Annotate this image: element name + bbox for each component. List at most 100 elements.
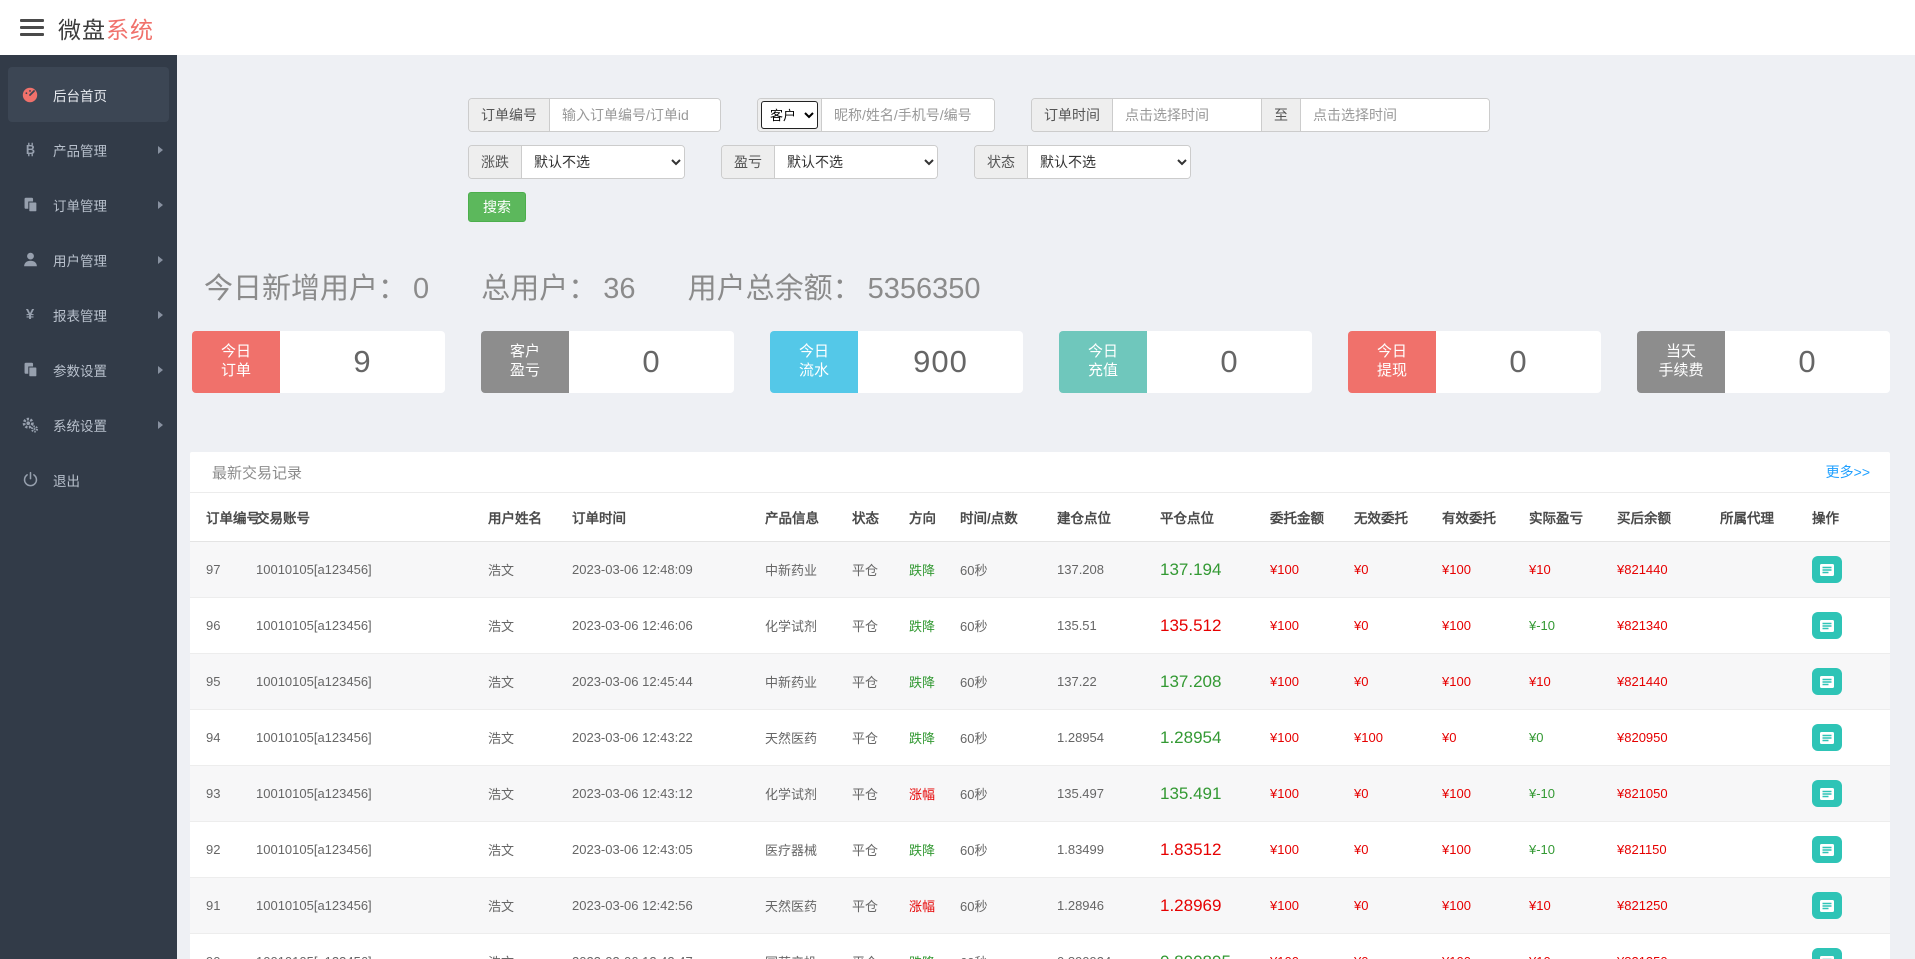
search-filters: 订单编号 客户 订单时间 至 [190, 55, 1890, 222]
sidebar-item-dashboard[interactable]: 后台首页 [8, 67, 169, 122]
latest-trades-panel: 最新交易记录 更多>> 订单编号 交易账号 用户姓名 订单时间 [190, 452, 1890, 959]
col-status: 状态 [846, 493, 903, 542]
cell-invalid: ¥0 [1348, 654, 1436, 710]
order-time-group: 订单时间 至 [1031, 98, 1490, 132]
order-detail-button[interactable] [1812, 780, 1842, 807]
cell-account: 10010105[a123456] [250, 710, 482, 766]
cell-profit: ¥-10 [1523, 822, 1611, 878]
cell-close: 137.194 [1154, 542, 1264, 598]
cell-direction: 涨幅 [903, 878, 954, 934]
cell-account: 10010105[a123456] [250, 542, 482, 598]
card-value: 900 [858, 331, 1023, 393]
table-row: 92 10010105[a123456] 浩文 2023-03-06 12:43… [190, 822, 1890, 878]
cell-duration: 60秒 [954, 822, 1051, 878]
sidebar-item-logout[interactable]: 退出 [0, 452, 177, 507]
cell-agent [1714, 654, 1806, 710]
cell-direction: 跌降 [903, 822, 954, 878]
cell-status: 平仓 [846, 934, 903, 959]
cell-status: 平仓 [846, 654, 903, 710]
pnl-select[interactable]: 默认不选 [775, 146, 937, 178]
cell-name: 浩文 [482, 542, 566, 598]
cell-actions [1806, 542, 1890, 598]
table-row: 95 10010105[a123456] 浩文 2023-03-06 12:45… [190, 654, 1890, 710]
cell-invalid: ¥0 [1348, 878, 1436, 934]
sidebar-item-label: 报表管理 [53, 305, 158, 325]
cell-product: 天然医药 [759, 710, 846, 766]
sidebar-item-reports[interactable]: ¥ 报表管理 [0, 287, 177, 342]
updown-group: 涨跌 默认不选 [468, 145, 685, 179]
stat-total-balance: 用户总余额：5356350 [688, 273, 981, 305]
order-detail-button[interactable] [1812, 724, 1842, 751]
sidebar-item-label: 参数设置 [53, 360, 158, 380]
more-link[interactable]: 更多>> [1826, 462, 1870, 482]
cell-agent [1714, 710, 1806, 766]
cell-direction: 跌降 [903, 710, 954, 766]
sidebar-item-label: 后台首页 [53, 85, 155, 105]
updown-select[interactable]: 默认不选 [522, 146, 684, 178]
cell-amount: ¥100 [1264, 710, 1348, 766]
card-badge: 当天 手续费 [1637, 331, 1725, 393]
cell-open: 1.28946 [1051, 878, 1154, 934]
card-badge: 今日 提现 [1348, 331, 1436, 393]
sidebar-item-label: 退出 [53, 470, 163, 490]
cell-actions [1806, 822, 1890, 878]
order-detail-button[interactable] [1812, 948, 1842, 959]
cell-close: 1.28954 [1154, 710, 1264, 766]
order-detail-button[interactable] [1812, 892, 1842, 919]
cell-open: 135.497 [1051, 766, 1154, 822]
sidebar-item-orders[interactable]: 订单管理 [0, 177, 177, 232]
cell-actions [1806, 766, 1890, 822]
stat-total-balance-value: 5356350 [868, 273, 981, 305]
order-detail-button[interactable] [1812, 836, 1842, 863]
cell-status: 平仓 [846, 710, 903, 766]
table-row: 90 10010105[a123456] 浩文 2023-03-06 12:42… [190, 934, 1890, 959]
col-amount: 委托金额 [1264, 493, 1348, 542]
cell-product: 国药产投 [759, 934, 846, 959]
cell-amount: ¥100 [1264, 934, 1348, 959]
cell-direction: 跌降 [903, 654, 954, 710]
order-detail-button[interactable] [1812, 612, 1842, 639]
bitcoin-icon: B [20, 140, 40, 160]
yen-icon: ¥ [20, 305, 40, 325]
order-detail-button[interactable] [1812, 556, 1842, 583]
table-row: 94 10010105[a123456] 浩文 2023-03-06 12:43… [190, 710, 1890, 766]
order-detail-button[interactable] [1812, 668, 1842, 695]
col-account: 交易账号 [250, 493, 482, 542]
sidebar-item-parameters[interactable]: 参数设置 [0, 342, 177, 397]
document-list-icon [1819, 955, 1835, 959]
cell-name: 浩文 [482, 934, 566, 959]
cell-valid: ¥100 [1436, 766, 1523, 822]
cell-open: 0.890924 [1051, 934, 1154, 959]
cell-duration: 60秒 [954, 598, 1051, 654]
order-no-input[interactable] [550, 99, 720, 131]
col-name: 用户姓名 [482, 493, 566, 542]
sidebar-item-products[interactable]: B 产品管理 [0, 122, 177, 177]
sidebar-item-system[interactable]: 系统设置 [0, 397, 177, 452]
cell-open: 137.22 [1051, 654, 1154, 710]
col-duration: 时间/点数 [954, 493, 1051, 542]
user-icon [20, 250, 40, 270]
cell-close: 135.512 [1154, 598, 1264, 654]
cell-profit: ¥-10 [1523, 598, 1611, 654]
menu-toggle-icon[interactable] [20, 19, 44, 36]
sidebar-item-label: 用户管理 [53, 250, 158, 270]
sidebar-item-users[interactable]: 用户管理 [0, 232, 177, 287]
copy-icon [20, 195, 40, 215]
cell-name: 浩文 [482, 878, 566, 934]
customer-input[interactable] [822, 99, 994, 131]
card-today-turnover: 今日 流水 900 [770, 331, 1023, 393]
status-select[interactable]: 默认不选 [1028, 146, 1190, 178]
customer-type-select[interactable]: 客户 [761, 101, 818, 129]
cell-duration: 60秒 [954, 934, 1051, 959]
search-button[interactable]: 搜索 [468, 192, 526, 222]
document-list-icon [1819, 675, 1835, 689]
time-from-input[interactable] [1113, 99, 1261, 131]
cell-name: 浩文 [482, 654, 566, 710]
user-stats: 今日新增用户：0 总用户：36 用户总余额：5356350 [190, 265, 1890, 307]
cell-account: 10010105[a123456] [250, 598, 482, 654]
cell-agent [1714, 878, 1806, 934]
cell-order-id: 93 [190, 766, 250, 822]
time-to-input[interactable] [1301, 99, 1489, 131]
trades-table: 订单编号 交易账号 用户姓名 订单时间 产品信息 状态 方向 时间/点数 建仓点… [190, 493, 1890, 959]
cell-invalid: ¥0 [1348, 598, 1436, 654]
